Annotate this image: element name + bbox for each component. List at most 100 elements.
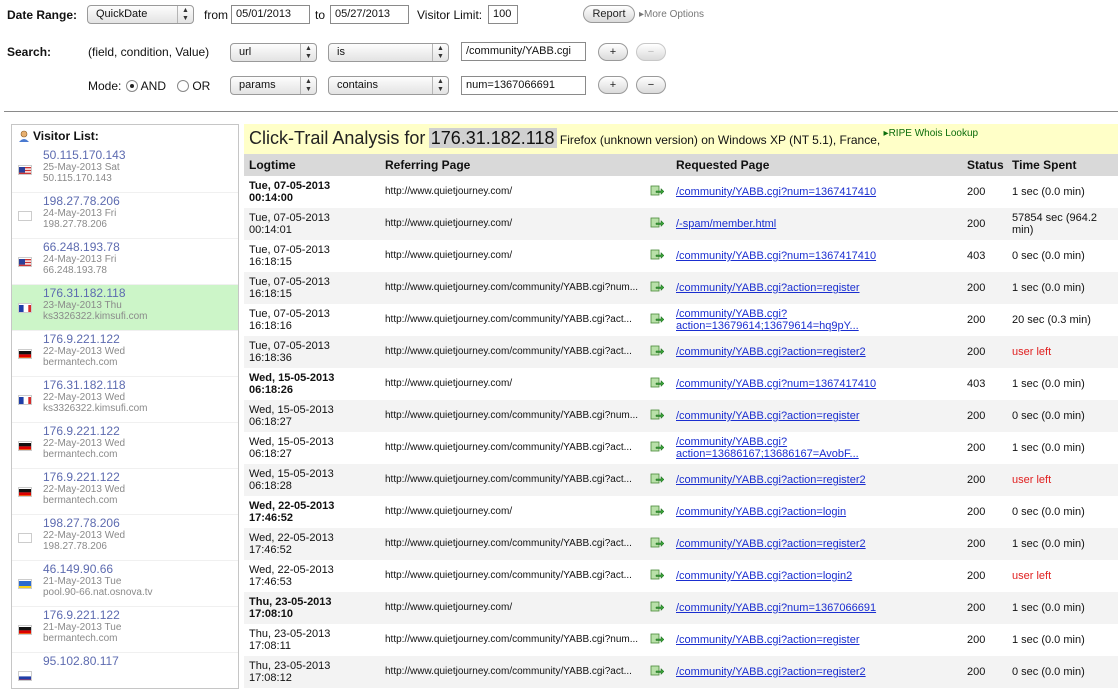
requested-page-link[interactable]: /community/YABB.cgi?num=1367417410 [676, 250, 876, 262]
visitor-date: 22-May-2013 Wed [43, 484, 126, 495]
search-field-select-1[interactable]: url ▲ ▼ [230, 43, 317, 62]
requested-page-link[interactable]: /community/YABB.cgi?action=13686167;1368… [676, 436, 859, 460]
visitor-host: 66.248.193.78 [43, 265, 107, 276]
requested-page-link[interactable]: /community/YABB.cgi?action=register [676, 282, 860, 294]
quickdate-select[interactable]: QuickDate ▲ ▼ [87, 5, 194, 24]
visitor-ip[interactable]: 50.115.170.143 [43, 147, 238, 162]
requested-page-link[interactable]: /community/YABB.cgi?action=register2 [676, 666, 866, 678]
flag-fr-icon [18, 395, 32, 405]
visitor-ip[interactable]: 176.9.221.122 [43, 469, 238, 484]
flag-de-icon [18, 487, 32, 497]
visitor-list-item[interactable]: 66.248.193.78 24-May-2013 Fri 66.248.193.7… [12, 239, 238, 285]
go-arrow-icon[interactable] [650, 409, 665, 421]
visitor-list-item[interactable]: 50.115.170.143 25-May-2013 Sat 50.115.170.… [12, 147, 238, 193]
requested-page-link[interactable]: /community/YABB.cgi?action=login2 [676, 570, 852, 582]
visitor-host: 198.27.78.206 [43, 219, 107, 230]
requested-page-link[interactable]: /community/YABB.cgi?num=1367417410 [676, 186, 876, 198]
go-arrow-icon[interactable] [650, 249, 665, 261]
from-date-input[interactable]: 05/01/2013 [231, 5, 310, 24]
go-arrow-icon[interactable] [650, 345, 665, 357]
go-arrow-icon[interactable] [650, 441, 665, 453]
cell-go [645, 304, 671, 336]
col-logtime: Logtime [244, 154, 380, 176]
go-arrow-icon[interactable] [650, 281, 665, 293]
go-arrow-icon[interactable] [650, 185, 665, 197]
go-arrow-icon[interactable] [650, 217, 665, 229]
requested-page-link[interactable]: /community/YABB.cgi?action=register [676, 410, 860, 422]
visitor-list-panel[interactable]: Visitor List: 50.115.170.143 25-May-2013 … [11, 124, 239, 689]
visitor-ip[interactable]: 66.248.193.78 [43, 239, 238, 254]
date-range-label: Date Range: [7, 8, 78, 22]
visitor-list-item[interactable]: 176.31.182.118 23-May-2013 Thu ks3326322.k… [12, 285, 238, 331]
search-condition-select-2[interactable]: contains ▲ ▼ [328, 76, 449, 95]
to-date-input[interactable]: 05/27/2013 [330, 5, 409, 24]
go-arrow-icon[interactable] [650, 569, 665, 581]
flag-ua-icon [18, 579, 32, 589]
visitor-list-item[interactable]: 176.9.221.122 22-May-2013 Wed bermantech.c… [12, 331, 238, 377]
report-button[interactable]: Report [583, 5, 635, 23]
cell-status: 200 [962, 208, 1007, 240]
visitor-ip[interactable]: 198.27.78.206 [43, 515, 238, 530]
visitor-list-item[interactable]: 46.149.90.66 21-May-2013 Tue pool.90-66.na… [12, 561, 238, 607]
cell-logtime: Tue, 07-05-2013 16:18:36 [244, 336, 380, 368]
visitor-date: 24-May-2013 Fri [43, 254, 117, 265]
visitor-ip[interactable]: 198.27.78.206 [43, 193, 238, 208]
requested-page-link[interactable]: /community/YABB.cgi?action=register2 [676, 346, 866, 358]
mode-or-option[interactable]: OR [177, 79, 210, 93]
visitor-ip[interactable]: 176.31.182.118 [43, 377, 238, 392]
go-arrow-icon[interactable] [650, 537, 665, 549]
visitor-limit-input[interactable]: 100 [488, 5, 518, 24]
radio-or[interactable] [177, 80, 189, 92]
whois-link[interactable]: ▸RIPE Whois Lookup [884, 128, 979, 139]
requested-page-link[interactable]: /community/YABB.cgi?action=login [676, 506, 846, 518]
remove-condition-button[interactable]: − [636, 43, 666, 61]
search-value-input-1[interactable]: /community/YABB.cgi [461, 42, 586, 61]
search-field-select-2[interactable]: params ▲ ▼ [230, 76, 317, 95]
remove-condition-button[interactable]: − [636, 76, 666, 94]
visitor-list-item[interactable]: 176.9.221.122 22-May-2013 Wed bermantech.c… [12, 423, 238, 469]
cell-logtime: Wed, 15-05-2013 06:18:26 [249, 372, 335, 396]
visitor-ip[interactable]: 176.31.182.118 [43, 285, 238, 300]
go-arrow-icon[interactable] [650, 473, 665, 485]
visitor-ip[interactable]: 176.9.221.122 [43, 607, 238, 622]
requested-page-link[interactable]: /community/YABB.cgi?action=register2 [676, 474, 866, 486]
visitor-list-item[interactable]: 176.31.182.118 22-May-2013 Wed ks3326322.k… [12, 377, 238, 423]
requested-page-link[interactable]: /community/YABB.cgi?action=13679614;1367… [676, 308, 859, 332]
visitor-list-item[interactable]: 95.102.80.117 [12, 653, 238, 688]
go-arrow-icon[interactable] [650, 313, 665, 325]
add-condition-button[interactable]: + [598, 43, 628, 61]
visitor-host: bermantech.com [43, 633, 118, 644]
cell-referring: http://www.quietjourney.com/community/YA… [385, 570, 632, 581]
visitor-list-item[interactable]: 176.9.221.122 21-May-2013 Tue bermantech.c… [12, 607, 238, 653]
visitor-ip[interactable]: 46.149.90.66 [43, 561, 238, 576]
radio-and[interactable] [126, 80, 138, 92]
table-row: Tue, 07-05-2013 16:18:16 http://www.quiet… [244, 304, 1118, 336]
go-arrow-icon[interactable] [650, 505, 665, 517]
visitor-list-item[interactable]: 176.9.221.122 22-May-2013 Wed bermantech.c… [12, 469, 238, 515]
search-condition-select-1[interactable]: is ▲ ▼ [328, 43, 449, 62]
cell-time-spent: user left [1012, 570, 1052, 582]
visitor-list-item[interactable]: 198.27.78.206 22-May-2013 Wed 198.27.78.20… [12, 515, 238, 561]
requested-page-link[interactable]: /community/YABB.cgi?action=register2 [676, 538, 866, 550]
cell-time-spent: user left [1007, 336, 1118, 368]
requested-page-link[interactable]: /community/YABB.cgi?action=register [676, 634, 860, 646]
visitor-ip[interactable]: 95.102.80.117 [43, 653, 238, 668]
requested-page-link[interactable]: /-spam/member.html [676, 218, 776, 230]
requested-page-link[interactable]: /community/YABB.cgi?num=1367417410 [676, 378, 876, 390]
more-options-link[interactable]: ▸More Options [639, 9, 704, 20]
visitor-ip[interactable]: 176.9.221.122 [43, 331, 238, 346]
go-arrow-icon[interactable] [650, 377, 665, 389]
add-condition-button[interactable]: + [598, 76, 628, 94]
go-arrow-icon[interactable] [650, 601, 665, 613]
mode-and-option[interactable]: AND [126, 79, 166, 93]
go-arrow-icon[interactable] [650, 665, 665, 677]
requested-page-link[interactable]: /community/YABB.cgi?num=1367066691 [676, 602, 876, 614]
cell-logtime: Wed, 22-05-2013 17:46:53 [249, 564, 334, 588]
visitor-list-item[interactable]: 198.27.78.206 24-May-2013 Fri 198.27.78.20… [12, 193, 238, 239]
visitor-ip[interactable]: 176.9.221.122 [43, 423, 238, 438]
flag-blank-icon [18, 533, 32, 543]
go-arrow-icon[interactable] [650, 633, 665, 645]
search-value-input-2[interactable]: num=1367066691 [461, 76, 586, 95]
visitor-date: 23-May-2013 Thu [43, 300, 122, 311]
cell-logtime: Wed, 15-05-2013 06:18:27 [244, 400, 380, 432]
